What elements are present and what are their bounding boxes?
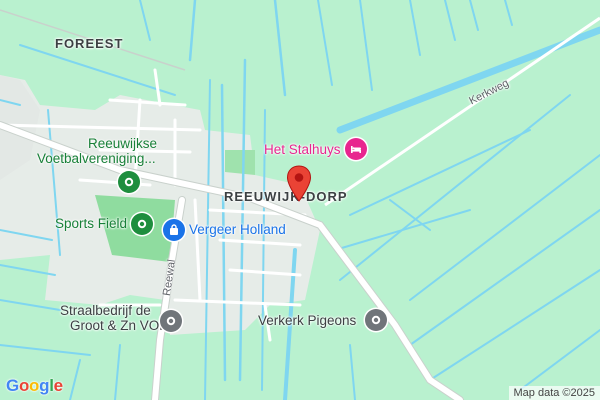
- poi-stalhuys-bed-icon[interactable]: [345, 138, 367, 160]
- logo-letter: e: [53, 376, 63, 395]
- poi-verkerk-pin-icon[interactable]: [365, 309, 387, 331]
- poi-label-sports-field[interactable]: Sports Field: [55, 216, 127, 231]
- park-area: [225, 150, 255, 175]
- poi-straalbedrijf-pin-icon[interactable]: [160, 310, 182, 332]
- poi-vergeer-shopping-bag-icon[interactable]: [163, 219, 185, 241]
- poi-label-straalbedrijf-line2[interactable]: Groot & Zn VOF: [70, 318, 168, 333]
- poi-label-stalhuys[interactable]: Het Stalhuys: [264, 142, 341, 157]
- poi-sports-field-pin-icon[interactable]: [131, 213, 153, 235]
- logo-letter: o: [29, 376, 40, 395]
- poi-label-voetbal-line2[interactable]: Voetbalvereniging...: [37, 151, 156, 166]
- area-label-foreest: FOREEST: [55, 36, 124, 51]
- map-canvas[interactable]: FOREEST REEUWIJK-DORP Kerkweg Reewal Ree…: [0, 0, 600, 400]
- poi-label-vergeer[interactable]: Vergeer Holland: [189, 222, 286, 237]
- poi-voetbal-pin-icon[interactable]: [118, 171, 140, 193]
- poi-label-voetbal-line1[interactable]: Reeuwijkse: [88, 136, 157, 151]
- logo-letter: g: [39, 376, 50, 395]
- location-marker-icon[interactable]: [286, 165, 312, 203]
- poi-label-straalbedrijf-line1[interactable]: Straalbedrijf de: [60, 303, 151, 318]
- logo-letter: G: [6, 376, 19, 395]
- google-logo: Google: [6, 376, 63, 396]
- poi-label-verkerk[interactable]: Verkerk Pigeons: [258, 313, 356, 328]
- logo-letter: o: [18, 376, 30, 395]
- map-attribution[interactable]: Map data ©2025: [508, 386, 600, 400]
